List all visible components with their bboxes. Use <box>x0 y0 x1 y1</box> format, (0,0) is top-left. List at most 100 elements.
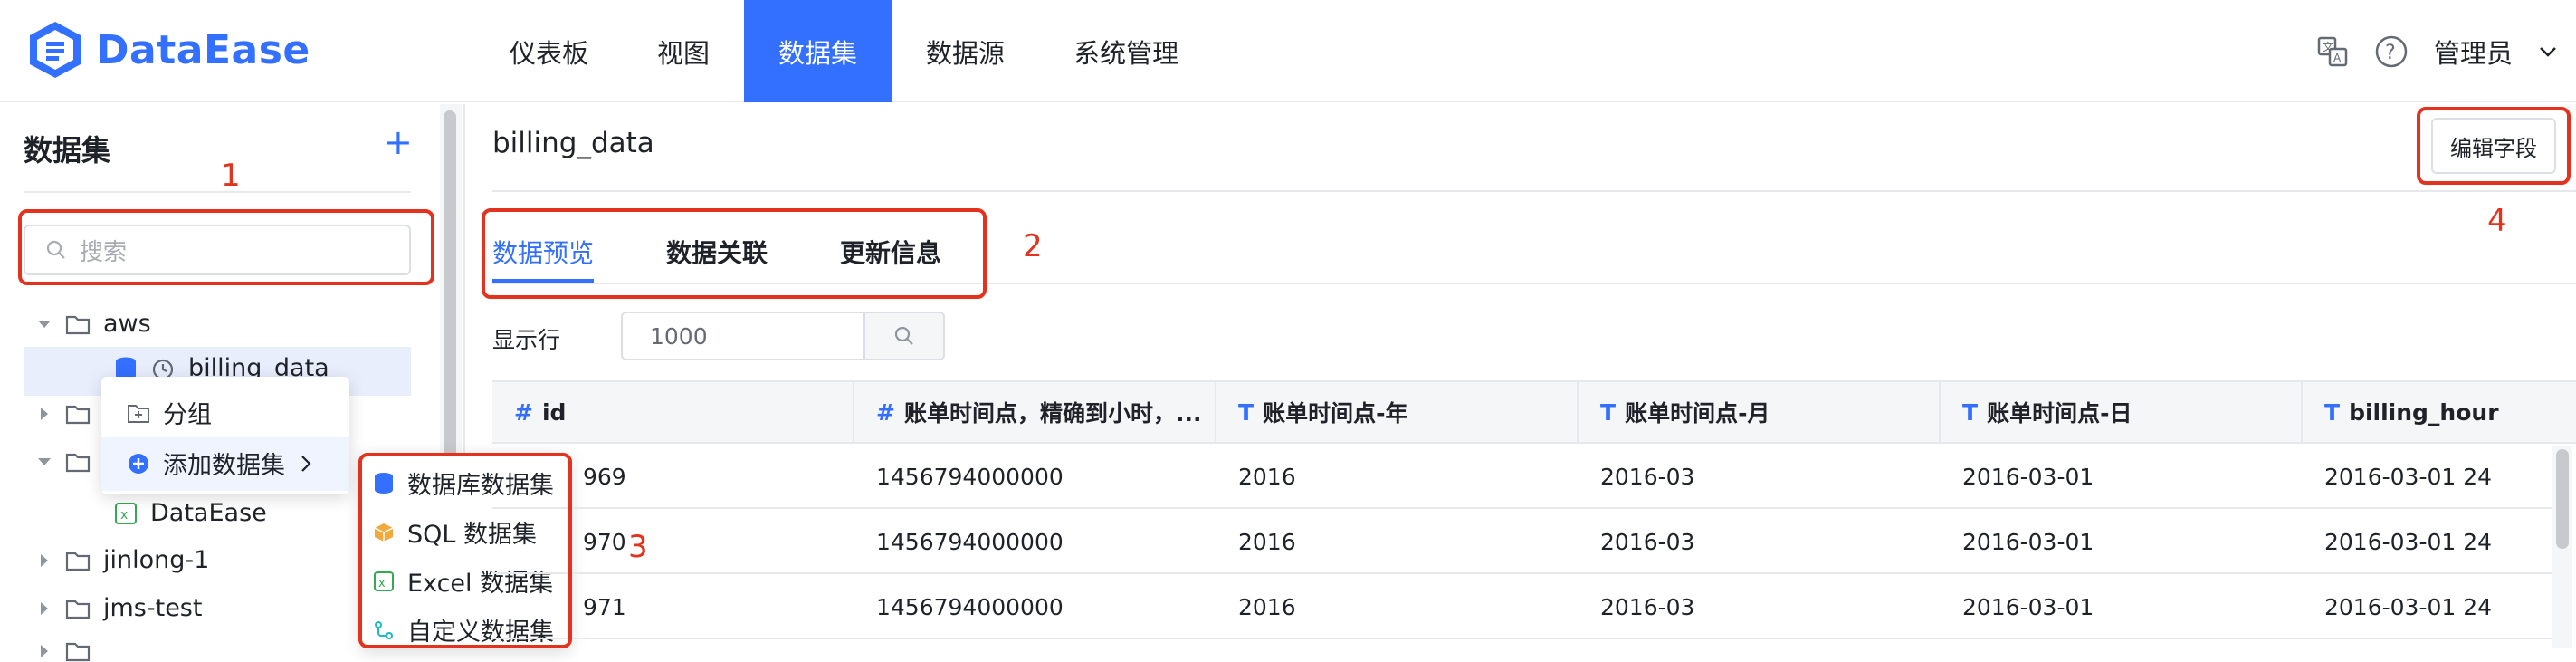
folder-icon <box>65 600 91 619</box>
top-header: DataEase 仪表板 视图 数据集 数据源 系统管理 文A ? 管理员 <box>0 0 2576 102</box>
tree-item-folder[interactable] <box>36 403 91 425</box>
caret-down-icon[interactable] <box>36 454 52 470</box>
sidebar-title: 数据集 <box>24 133 111 168</box>
nav-dataset[interactable]: 数据集 <box>744 0 892 102</box>
tree-item-jinlong[interactable]: jinlong-1 <box>36 546 209 574</box>
caret-right-icon[interactable] <box>36 643 52 659</box>
svg-text:x: x <box>120 508 128 523</box>
app-name: DataEase <box>96 26 310 73</box>
tree-label: DataEase <box>150 499 267 527</box>
column-header-year[interactable]: T 账单时间点-年 <box>1216 380 1579 444</box>
annotation-box-2 <box>482 208 987 299</box>
column-name: billing_hour <box>2349 398 2499 426</box>
svg-text:A: A <box>2333 52 2342 64</box>
number-type-icon: # <box>514 398 533 426</box>
search-icon <box>894 326 913 345</box>
dataset-title: billing_data <box>492 127 654 159</box>
folder-icon <box>65 642 91 662</box>
context-menu: 分组 添加数据集 <box>101 377 349 494</box>
column-name: 账单时间点-月 <box>1625 400 1770 427</box>
table-cell: 2016 <box>1238 463 1296 490</box>
table-cell: 970 <box>583 528 626 555</box>
annotation-label-3: 3 <box>628 529 648 565</box>
table-cell: 969 <box>583 463 626 490</box>
text-type-icon: T <box>1962 398 1979 426</box>
translate-icon[interactable]: 文A <box>2316 35 2349 68</box>
table-cell: 2016-03-01 <box>1962 593 2094 620</box>
svg-text:?: ? <box>2385 42 2396 64</box>
title-divider <box>492 190 2576 192</box>
menu-item-add-dataset[interactable]: 添加数据集 <box>127 446 314 481</box>
user-name[interactable]: 管理员 <box>2434 33 2513 71</box>
column-name: id <box>541 398 567 426</box>
row-divider <box>492 507 2552 509</box>
annotation-box-1 <box>18 209 434 285</box>
menu-label: 添加数据集 <box>163 452 285 480</box>
table-cell: 2016-03-01 24 <box>2324 593 2493 620</box>
add-dataset-icon[interactable]: + <box>384 122 413 162</box>
rows-input[interactable]: 1000 <box>621 312 865 360</box>
sidebar-scrollbar-thumb[interactable] <box>444 110 456 491</box>
table-cell: 2016-03 <box>1600 593 1695 620</box>
help-icon[interactable]: ? <box>2374 34 2409 69</box>
column-header-month[interactable]: T 账单时间点-月 <box>1579 380 1941 444</box>
chevron-down-icon[interactable] <box>2538 42 2558 62</box>
table-cell: 1456794000000 <box>876 528 1064 555</box>
rows-search-button[interactable] <box>863 312 945 360</box>
annotation-label-2: 2 <box>1023 228 1043 264</box>
caret-right-icon[interactable] <box>36 406 52 422</box>
annotation-box-4 <box>2417 107 2571 185</box>
tree-label: jms-test <box>103 594 203 622</box>
text-type-icon: T <box>1238 398 1255 426</box>
tree-item-folder-partial[interactable] <box>36 640 91 662</box>
plus-circle-icon <box>129 453 148 474</box>
tree-item-aws[interactable]: aws <box>36 310 151 338</box>
nav-dashboard[interactable]: 仪表板 <box>475 0 623 102</box>
table-cell: 2016-03-01 <box>1962 528 2094 555</box>
folder-add-icon <box>128 404 149 423</box>
caret-down-icon[interactable] <box>36 316 52 332</box>
annotation-label-1: 1 <box>221 158 241 194</box>
table-cell: 2016-03-01 24 <box>2324 463 2493 490</box>
main-nav: 仪表板 视图 数据集 数据源 系统管理 <box>475 0 1213 102</box>
tree-item-dataease[interactable]: x DataEase <box>114 499 267 527</box>
folder-icon <box>65 453 91 473</box>
dataease-logo-icon <box>30 22 81 78</box>
table-scrollbar-thumb[interactable] <box>2556 449 2569 549</box>
annotation-box-3 <box>358 453 572 648</box>
tree-label: jinlong-1 <box>103 546 210 574</box>
column-header-billing-hour[interactable]: Tbilling_hour <box>2303 380 2576 444</box>
app-logo[interactable]: DataEase <box>27 20 310 80</box>
table-cell: 971 <box>583 593 626 620</box>
nav-datasource[interactable]: 数据源 <box>892 0 1039 102</box>
caret-right-icon[interactable] <box>36 552 52 569</box>
table-cell: 1456794000000 <box>876 463 1064 490</box>
text-type-icon: T <box>2324 398 2341 426</box>
table-cell: 2016-03 <box>1600 528 1695 555</box>
annotation-label-4: 4 <box>2487 203 2507 239</box>
tree-item-folder-expanded[interactable] <box>36 451 91 473</box>
table-cell: 2016-03 <box>1600 463 1695 490</box>
column-name: 账单时间点-日 <box>1987 400 2132 427</box>
column-header-day[interactable]: T 账单时间点-日 <box>1941 380 2303 444</box>
column-header-billing-time[interactable]: # 账单时间点，精确到小时，... <box>854 380 1216 444</box>
chevron-right-icon <box>301 455 311 472</box>
rows-label: 显示行 <box>492 327 561 353</box>
table-cell: 2016 <box>1238 593 1296 620</box>
number-type-icon: # <box>876 398 895 426</box>
folder-icon <box>65 405 91 425</box>
caret-right-icon[interactable] <box>36 600 52 617</box>
menu-item-group[interactable]: 分组 <box>127 395 212 430</box>
table-cell: 2016 <box>1238 528 1296 555</box>
excel-icon: x <box>115 502 137 524</box>
folder-icon <box>65 315 91 334</box>
tree-item-jms-test[interactable]: jms-test <box>36 594 202 622</box>
table-cell: 2016-03-01 24 <box>2324 528 2493 555</box>
text-type-icon: T <box>1600 398 1617 426</box>
row-divider <box>492 572 2552 574</box>
row-divider <box>492 638 2552 639</box>
folder-icon <box>65 552 91 571</box>
nav-system[interactable]: 系统管理 <box>1039 0 1213 102</box>
nav-view[interactable]: 视图 <box>623 0 744 102</box>
column-header-id[interactable]: # id <box>492 380 854 444</box>
